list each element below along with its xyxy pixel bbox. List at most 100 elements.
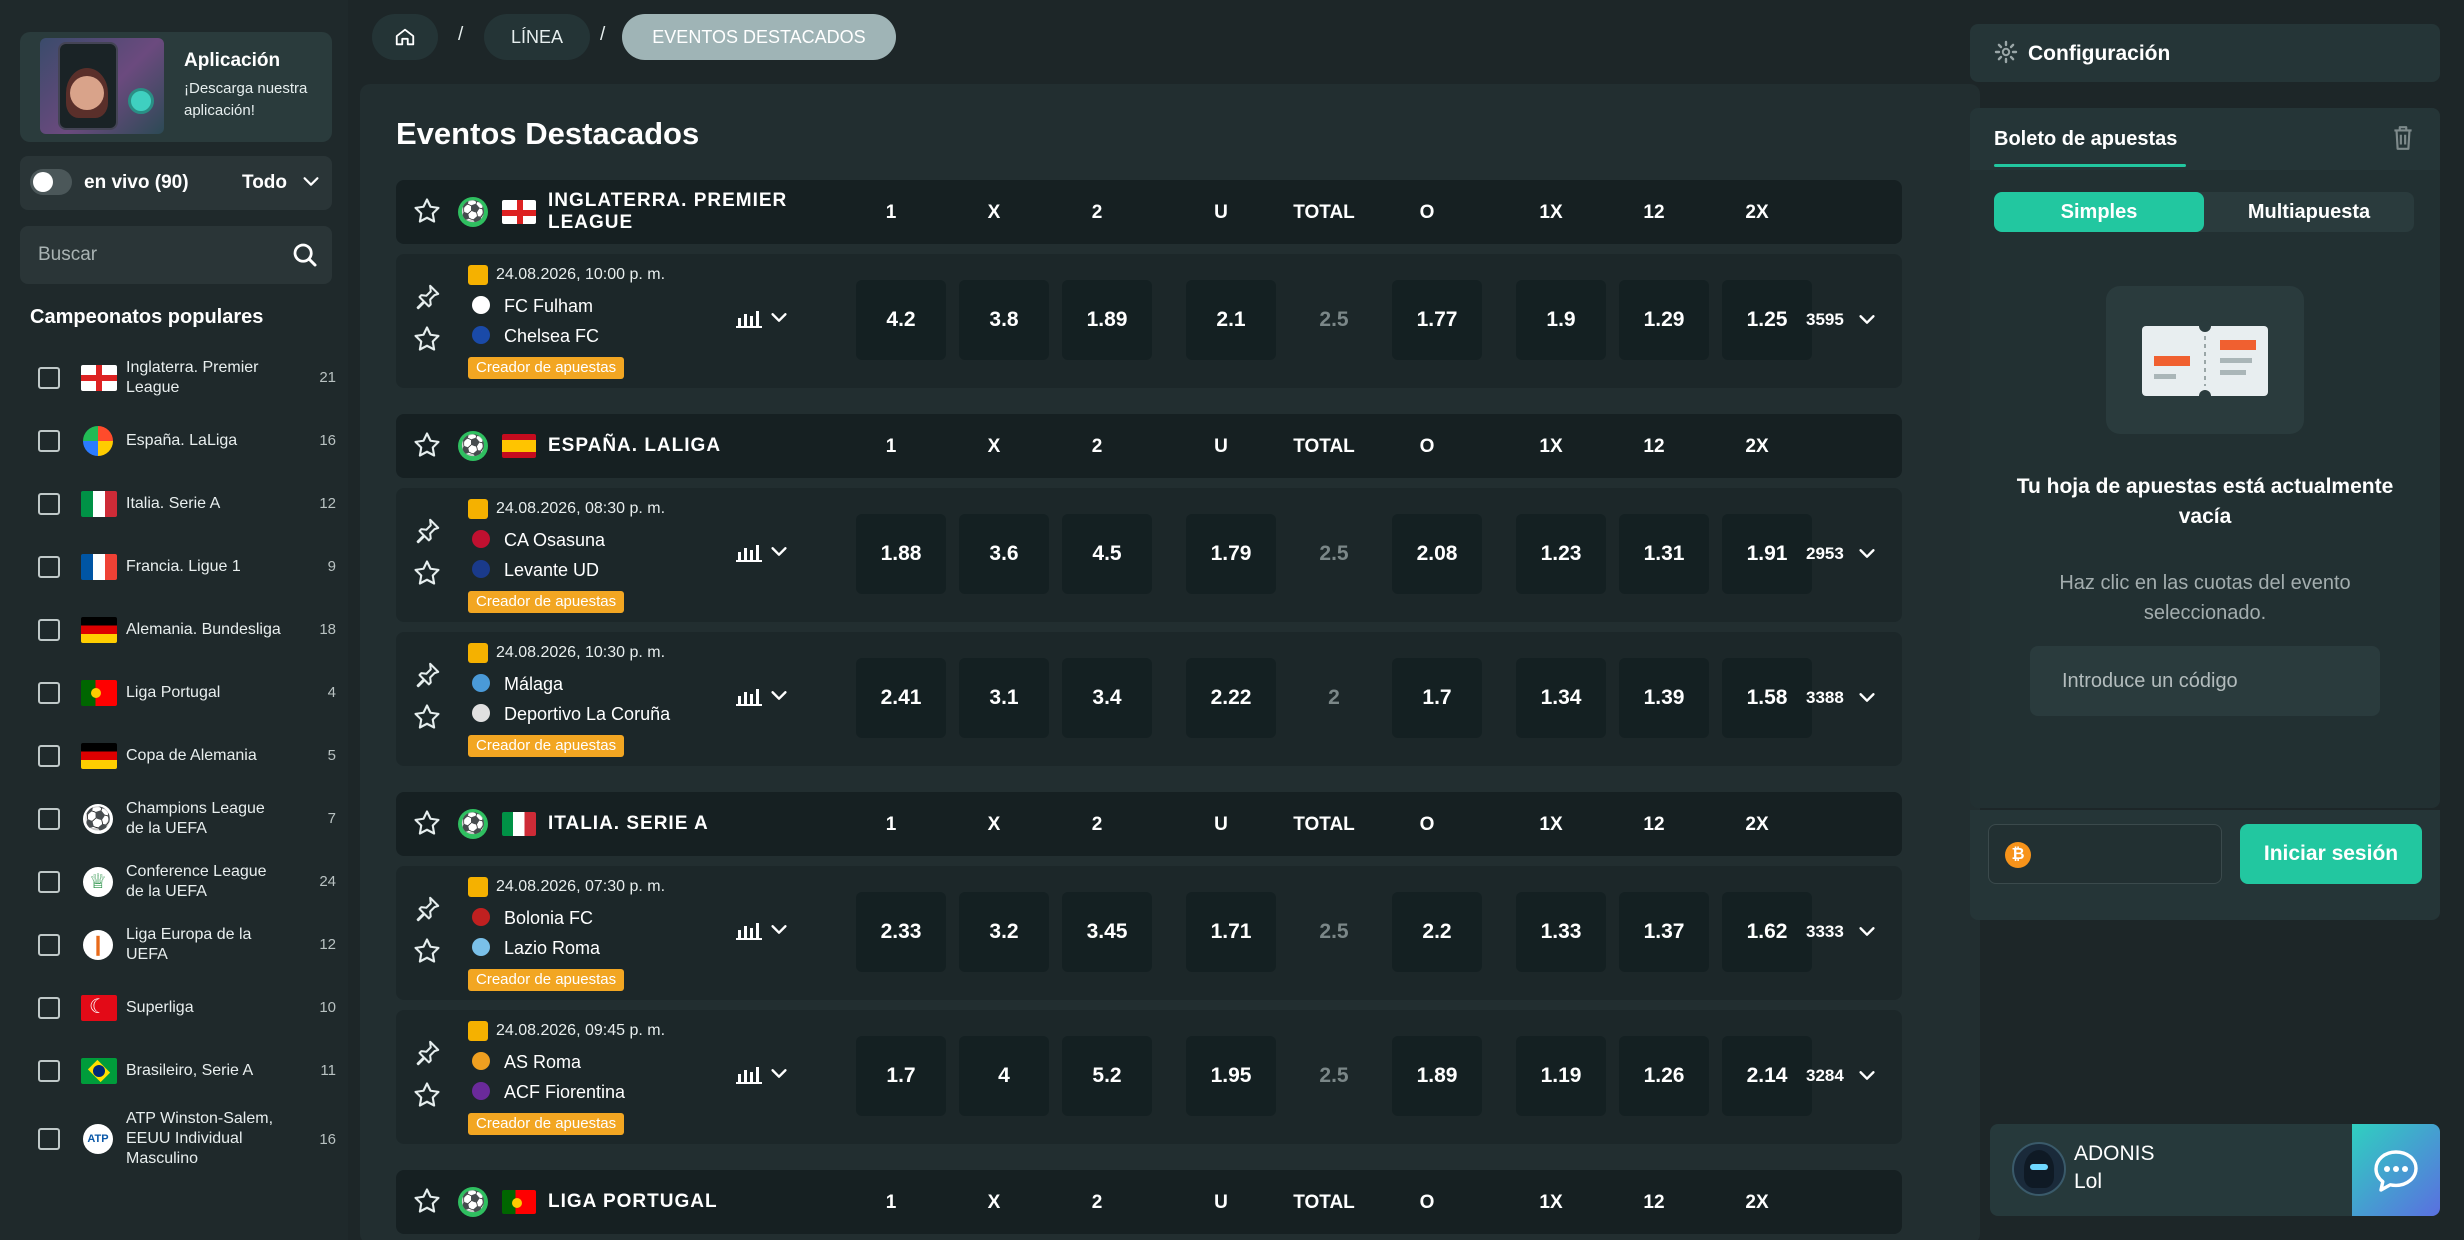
star-icon[interactable] (412, 1080, 442, 1115)
odds-button[interactable]: 3.45 (1062, 892, 1152, 972)
search-icon[interactable] (290, 240, 320, 270)
odds-button[interactable]: 4.2 (856, 280, 946, 360)
odds-button[interactable]: 1.95 (1186, 1036, 1276, 1116)
odds-button[interactable]: 1.29 (1619, 280, 1709, 360)
away-team[interactable]: ACF Fiorentina (504, 1082, 625, 1103)
away-team[interactable]: Chelsea FC (504, 326, 599, 347)
chevron-down-icon[interactable] (1856, 542, 1878, 569)
championship-item[interactable]: ⚽ Champions League de la UEFA 7 (20, 787, 338, 850)
odds-button[interactable]: 1.79 (1186, 514, 1276, 594)
event-row[interactable]: 24.08.2026, 07:30 p. m. Bolonia FC Lazio… (396, 866, 1902, 1000)
odds-button[interactable]: 1.7 (856, 1036, 946, 1116)
star-icon[interactable] (412, 702, 442, 737)
checkbox[interactable] (38, 996, 60, 1019)
championship-item[interactable]: Italia. Serie A 12 (20, 472, 338, 535)
home-team[interactable]: CA Osasuna (504, 530, 605, 551)
odds-button[interactable]: 2.1 (1186, 280, 1276, 360)
checkbox[interactable] (38, 870, 60, 893)
star-icon[interactable] (412, 430, 442, 465)
championship-item[interactable]: Inglaterra. Premier League 21 (20, 346, 338, 409)
championship-item[interactable]: Francia. Ligue 1 9 (20, 535, 338, 598)
home-team[interactable]: Bolonia FC (504, 908, 593, 929)
home-team[interactable]: AS Roma (504, 1052, 581, 1073)
odds-button[interactable]: 1.77 (1392, 280, 1482, 360)
league-header[interactable]: ⚽ INGLATERRA. PREMIER LEAGUE 1 X 2 U TOTAL O 1X… (396, 180, 1902, 244)
more-markets-count[interactable]: 3284 (1806, 1066, 1844, 1086)
odds-button[interactable]: 1.23 (1516, 514, 1606, 594)
odds-button[interactable]: 1.89 (1062, 280, 1152, 360)
live-toggle[interactable] (30, 169, 72, 195)
pin-icon[interactable] (412, 894, 442, 929)
stats-icon[interactable] (736, 306, 762, 333)
more-markets-count[interactable]: 2953 (1806, 544, 1844, 564)
stats-icon[interactable] (736, 1062, 762, 1089)
odds-button[interactable]: 5.2 (1062, 1036, 1152, 1116)
more-markets-count[interactable]: 3333 (1806, 922, 1844, 942)
odds-button[interactable]: 4 (959, 1036, 1049, 1116)
championship-item[interactable]: Superliga 10 (20, 976, 338, 1039)
odds-button[interactable]: 2.41 (856, 658, 946, 738)
chevron-down-icon[interactable] (1856, 308, 1878, 335)
event-row[interactable]: 24.08.2026, 10:00 p. m. FC Fulham Chelse… (396, 254, 1902, 388)
star-icon[interactable] (412, 1186, 442, 1221)
chat-widget[interactable]: ADONIS Lol (1990, 1124, 2440, 1216)
chevron-down-icon[interactable] (1856, 1064, 1878, 1091)
tab-multiapuesta[interactable]: Multiapuesta (2204, 192, 2414, 232)
checkbox[interactable] (38, 1059, 60, 1082)
stats-icon[interactable] (736, 684, 762, 711)
star-icon[interactable] (412, 936, 442, 971)
sport-filter-dropdown[interactable]: Todo (242, 172, 287, 194)
championship-item[interactable]: Copa de Alemania 5 (20, 724, 338, 787)
odds-button[interactable]: 1.25 (1722, 280, 1812, 360)
odds-button[interactable]: 3.2 (959, 892, 1049, 972)
odds-button[interactable]: 1.34 (1516, 658, 1606, 738)
away-team[interactable]: Lazio Roma (504, 938, 600, 959)
championship-item[interactable]: Alemania. Bundesliga 18 (20, 598, 338, 661)
checkbox[interactable] (38, 681, 60, 704)
settings-button[interactable]: Configuración (1970, 24, 2440, 82)
odds-button[interactable]: 4.5 (1062, 514, 1152, 594)
championship-item[interactable]: ♕ Conference League de la UEFA 24 (20, 850, 338, 913)
odds-button[interactable]: 2.33 (856, 892, 946, 972)
championship-item[interactable]: ❙ Liga Europa de la UEFA 12 (20, 913, 338, 976)
app-download-card[interactable]: Aplicación ¡Descarga nuestra aplicación! (20, 32, 332, 142)
checkbox[interactable] (38, 366, 60, 389)
star-icon[interactable] (412, 196, 442, 231)
odds-button[interactable]: 1.26 (1619, 1036, 1709, 1116)
stats-icon[interactable] (736, 918, 762, 945)
championship-item[interactable]: Brasileiro, Serie A 11 (20, 1039, 338, 1102)
odds-button[interactable]: 1.19 (1516, 1036, 1606, 1116)
event-row[interactable]: 24.08.2026, 10:30 p. m. Málaga Deportivo… (396, 632, 1902, 766)
chevron-down-icon[interactable] (768, 918, 790, 945)
trash-icon[interactable] (2390, 124, 2416, 152)
league-header[interactable]: ⚽ LIGA PORTUGAL 1 X 2 U TOTAL O 1X 12 2X (396, 1170, 1902, 1234)
stake-amount-input[interactable]: ₿ (1988, 824, 2222, 884)
odds-button[interactable]: 1.7 (1392, 658, 1482, 738)
odds-button[interactable]: 2.22 (1186, 658, 1276, 738)
odds-button[interactable]: 1.33 (1516, 892, 1606, 972)
odds-button[interactable]: 2.08 (1392, 514, 1482, 594)
checkbox[interactable] (38, 618, 60, 641)
odds-button[interactable]: 3.4 (1062, 658, 1152, 738)
odds-button[interactable]: 3.1 (959, 658, 1049, 738)
odds-button[interactable]: 1.9 (1516, 280, 1606, 360)
stats-icon[interactable] (736, 540, 762, 567)
home-team[interactable]: Málaga (504, 674, 563, 695)
chat-open-button[interactable] (2352, 1124, 2440, 1216)
event-row[interactable]: 24.08.2026, 09:45 p. m. AS Roma ACF Fior… (396, 1010, 1902, 1144)
breadcrumb-home[interactable] (372, 14, 438, 60)
league-header[interactable]: ⚽ ESPAÑA. LALIGA 1 X 2 U TOTAL O 1X 12 2X (396, 414, 1902, 478)
checkbox[interactable] (38, 492, 60, 515)
odds-button[interactable]: 2.14 (1722, 1036, 1812, 1116)
breadcrumb-linea[interactable]: LÍNEA (484, 14, 590, 60)
checkbox[interactable] (38, 1128, 60, 1150)
search-input[interactable] (20, 226, 270, 284)
chevron-down-icon[interactable] (768, 540, 790, 567)
odds-button[interactable]: 1.39 (1619, 658, 1709, 738)
checkbox[interactable] (38, 807, 60, 830)
chevron-down-icon[interactable] (768, 306, 790, 333)
tab-simples[interactable]: Simples (1994, 192, 2204, 232)
bet-builder-badge[interactable]: Creador de apuestas (468, 591, 625, 613)
odds-button[interactable]: 1.58 (1722, 658, 1812, 738)
event-row[interactable]: 24.08.2026, 08:30 p. m. CA Osasuna Levan… (396, 488, 1902, 622)
